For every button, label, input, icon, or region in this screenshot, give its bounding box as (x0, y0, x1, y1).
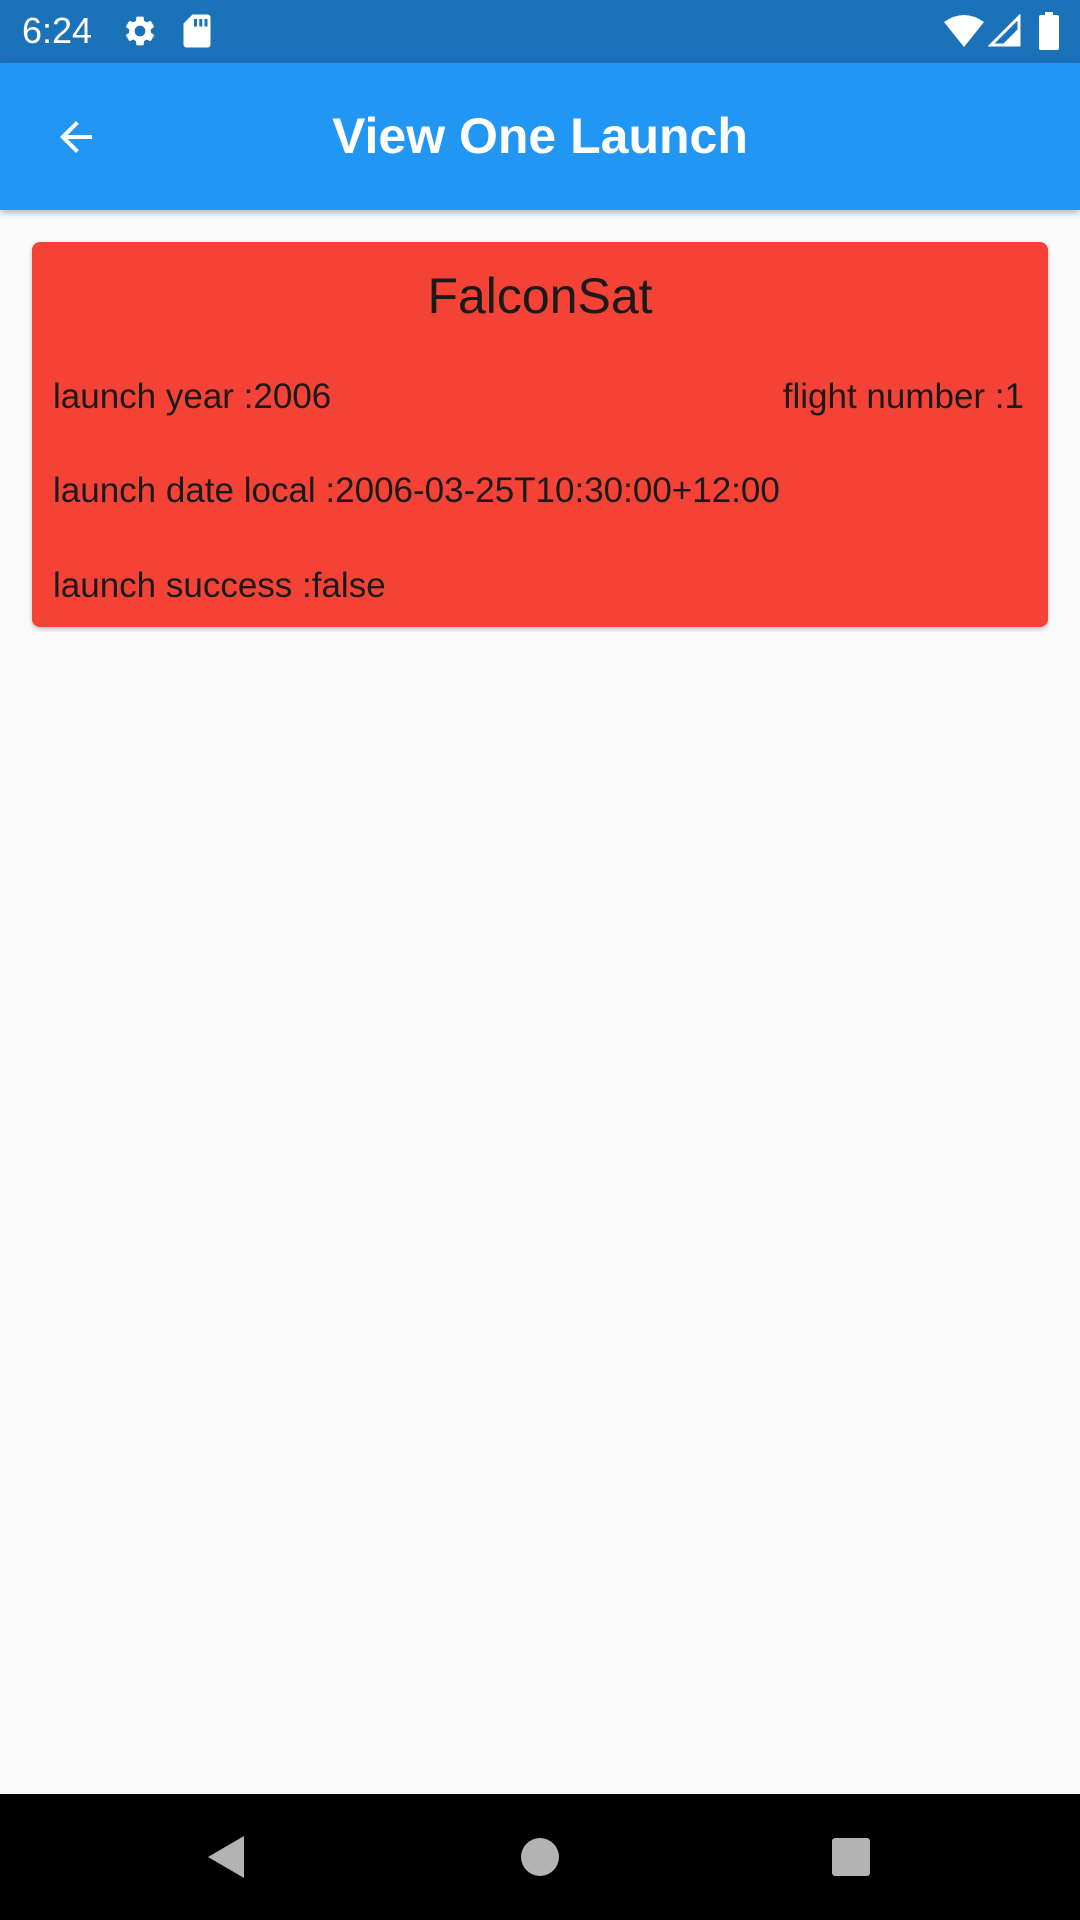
status-bar: 6:24 (0, 0, 1080, 63)
gear-icon (125, 16, 155, 46)
status-time: 6:24 (22, 10, 93, 51)
launch-year: launch year :2006 (53, 377, 332, 416)
sd-card-icon (183, 14, 211, 48)
launch-success: launch success :false (53, 566, 386, 605)
back-triangle-icon (208, 1836, 244, 1878)
system-nav-bar (0, 1794, 1080, 1920)
flight-number: flight number :1 (782, 377, 1024, 416)
cell-signal-icon (988, 14, 1021, 47)
home-circle-icon (521, 1838, 559, 1876)
page-title: View One Launch (332, 108, 748, 164)
mission-name: FalconSat (427, 268, 653, 324)
nav-recents-button[interactable] (781, 1794, 921, 1920)
launch-date-local: launch date local :2006-03-25T10:30:00+1… (53, 471, 780, 510)
wifi-icon (944, 15, 984, 47)
battery-icon (1039, 12, 1059, 50)
nav-home-button[interactable] (470, 1794, 610, 1920)
app-bar: View One Launch (0, 63, 1080, 210)
nav-back-button[interactable] (156, 1794, 296, 1920)
launch-card[interactable]: FalconSat launch year :2006 flight numbe… (32, 242, 1048, 627)
recents-square-icon (832, 1838, 870, 1876)
